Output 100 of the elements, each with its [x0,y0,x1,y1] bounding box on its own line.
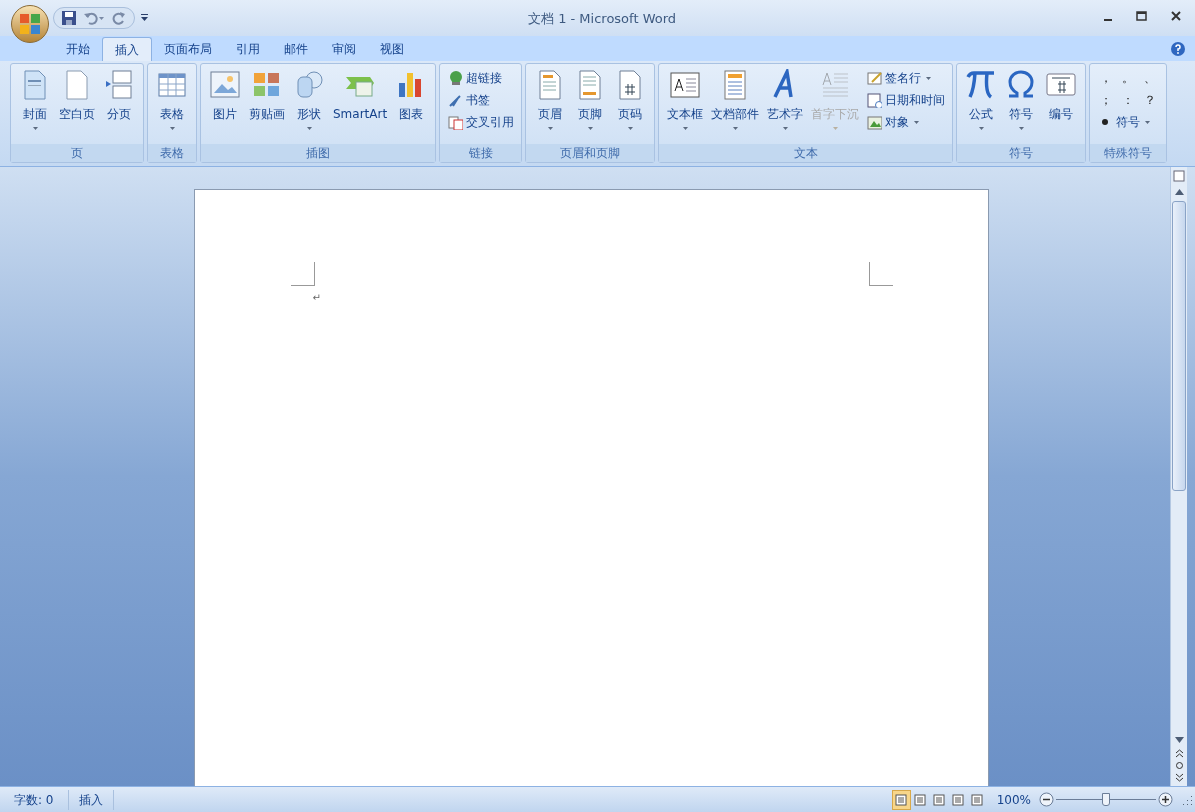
ribbon-button[interactable]: 文本框 [664,66,707,138]
caret-icon [732,127,738,130]
margin-corner-mark [868,262,893,286]
ribbon-button[interactable]: 页码 [611,66,650,138]
office-logo-icon [19,13,41,35]
ribbon-button[interactable]: 符号 [1002,66,1041,138]
group-label: 表格 [148,144,196,162]
ribbon-button[interactable]: 剪贴画 [246,66,288,138]
ribbon-button[interactable]: 图片 [206,66,244,138]
group-label: 链接 [440,144,522,162]
symbol-button[interactable]: ： [1117,89,1140,111]
group-label: 页 [11,144,143,162]
cross-reference-icon [447,114,464,130]
ribbon-button[interactable]: 页脚 [571,66,610,138]
zoom-slider-thumb[interactable] [1102,792,1110,806]
group-label: 页眉和页脚 [526,144,655,162]
ribbon-button[interactable]: 交叉引用 [445,111,517,133]
group-label: 文本 [659,144,953,162]
ribbon-button[interactable]: 艺术字 [764,66,807,138]
zoom-level[interactable]: 100% [996,790,1031,809]
document-page[interactable]: ↵ [193,189,989,786]
scroll-down-icon[interactable] [1174,737,1184,743]
view-icon [971,793,984,806]
view-button[interactable] [891,789,911,810]
group-label: 插图 [201,144,436,162]
ribbon-button[interactable]: 超链接 [445,67,517,89]
ruler-toggle-icon[interactable] [1173,169,1185,183]
ribbon-button[interactable]: 表格 [153,66,191,138]
ribbon-button[interactable]: SmartArt [330,66,391,138]
zoom-slider[interactable] [1056,792,1156,807]
ribbon-tab[interactable]: 审阅 [320,37,368,61]
help-icon[interactable] [1171,42,1185,56]
insert-mode[interactable]: 插入 [68,789,114,810]
scroll-up-icon[interactable] [1174,189,1184,195]
symbol-button[interactable]: ； [1095,89,1118,111]
ribbon-tab[interactable]: 视图 [368,37,416,61]
ribbon-tab[interactable]: 页面布局 [152,37,224,61]
ribbon-tab[interactable]: 开始 [54,37,102,61]
margin-corner-mark [290,262,315,286]
ribbon-button[interactable]: 日期和时间 [864,89,948,111]
zoom-in-icon[interactable] [1158,792,1173,807]
ribbon-button[interactable]: 封面 [16,66,54,138]
browse-object-icon[interactable] [1174,761,1184,770]
office-button[interactable] [11,5,49,43]
caret-icon [627,127,633,130]
ribbon-button[interactable]: 签名行 [864,67,948,89]
symbol-button[interactable]: 、 [1139,67,1162,89]
object-icon [866,114,883,130]
group-label: 符号 [957,144,1086,162]
view-icon [895,793,908,806]
ribbon-button[interactable]: 空白页 [56,66,98,138]
word-count[interactable]: 字数: 0 [0,789,69,810]
save-icon[interactable] [62,11,76,25]
symbol-button[interactable]: 。 [1117,67,1140,89]
view-icon [933,793,946,806]
redo-icon[interactable] [112,11,126,25]
ribbon-tab[interactable]: 插入 [102,37,152,61]
window-title: 文档 1 - Microsoft Word [528,10,677,28]
text-box-icon [669,69,702,101]
ribbon-button[interactable]: 页眉 [531,66,570,138]
ribbon-tab[interactable]: 引用 [224,37,272,61]
ribbon-button[interactable]: 分页 [100,66,138,138]
caret-icon [169,127,175,130]
group-label: 特殊符号 [1090,144,1167,162]
caret-icon [978,127,984,130]
caret-icon [306,127,312,130]
resize-grip-icon[interactable] [1181,793,1193,806]
zoom-out-icon[interactable] [1039,792,1054,807]
customize-menu-icon[interactable] [141,14,148,22]
page-break-icon [103,69,135,101]
ribbon-tab[interactable]: 邮件 [272,37,320,61]
paragraph-mark: ↵ [312,291,321,305]
ribbon-button[interactable]: 公式 [962,66,1001,138]
caret-icon [926,76,932,80]
view-icon [914,793,927,806]
ribbon-button[interactable]: 图表 [392,66,431,138]
vertical-scrollbar[interactable] [1170,167,1187,786]
caret-icon [1018,127,1024,130]
symbol-button[interactable]: ， [1095,67,1118,89]
symbol-button[interactable]: ？ [1139,89,1162,111]
picture-icon [209,69,241,101]
undo-icon[interactable] [84,11,104,25]
ribbon-button[interactable]: 文档部件 [708,66,763,138]
caret-icon [832,127,838,130]
ribbon-button[interactable]: 编号 [1042,66,1081,138]
next-page-icon[interactable] [1174,773,1184,782]
scroll-thumb[interactable] [1172,201,1186,491]
ribbon-button[interactable]: 符号 [1095,111,1162,133]
ribbon-button[interactable]: 书签 [445,89,517,111]
caret-icon [782,127,788,130]
ribbon-button[interactable]: 对象 [864,111,948,133]
previous-page-icon[interactable] [1174,749,1184,758]
caret-icon [1145,120,1151,124]
bookmark-icon [447,92,464,108]
caret-icon [682,127,688,130]
ribbon-button[interactable]: 形状 [290,66,328,138]
caret-icon [32,127,38,130]
caret-icon [914,120,920,124]
view-icon [952,793,965,806]
caret-icon [547,127,553,130]
